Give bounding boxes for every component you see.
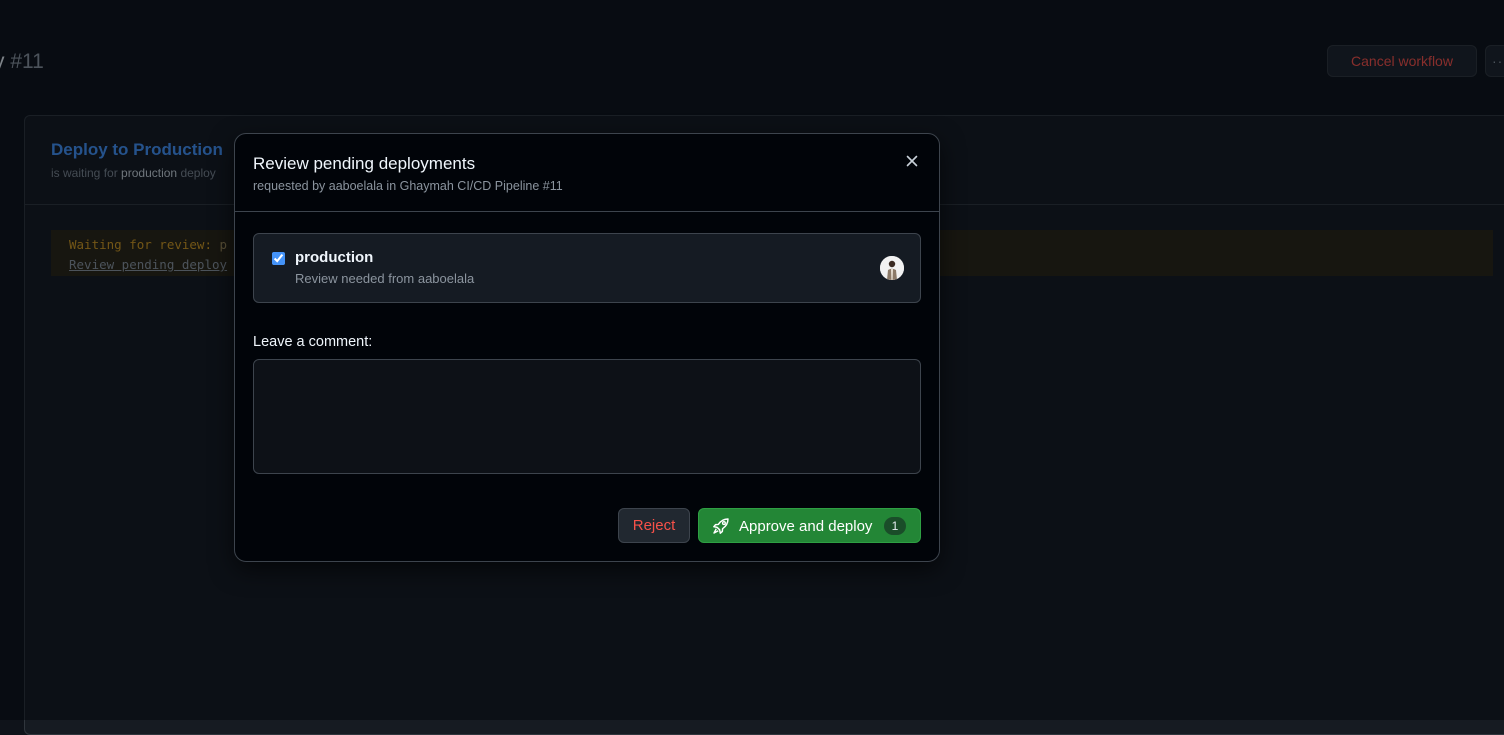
comment-label: Leave a comment:: [253, 334, 373, 350]
close-button[interactable]: [900, 149, 924, 173]
close-icon: [906, 155, 918, 167]
dialog-title: Review pending deployments: [253, 154, 476, 173]
dialog-subtitle: requested by aaboelala in Ghaymah CI/CD …: [253, 179, 563, 193]
comment-textarea[interactable]: [253, 359, 921, 474]
rocket-icon: [713, 518, 729, 534]
avatar-image: [880, 256, 904, 280]
approve-and-deploy-button[interactable]: Approve and deploy 1: [698, 508, 921, 543]
review-dialog: Review pending deployments requested by …: [234, 133, 940, 562]
environment-card[interactable]: production Review needed from aaboelala: [253, 233, 921, 303]
dialog-divider: [235, 211, 939, 212]
environment-name: production: [295, 249, 374, 266]
environment-description: Review needed from aaboelala: [295, 271, 475, 286]
avatar[interactable]: [880, 256, 904, 280]
approve-count-badge: 1: [884, 517, 906, 535]
approve-label: Approve and deploy: [739, 518, 873, 535]
environment-checkbox[interactable]: [272, 252, 285, 265]
reject-button[interactable]: Reject: [618, 508, 690, 543]
